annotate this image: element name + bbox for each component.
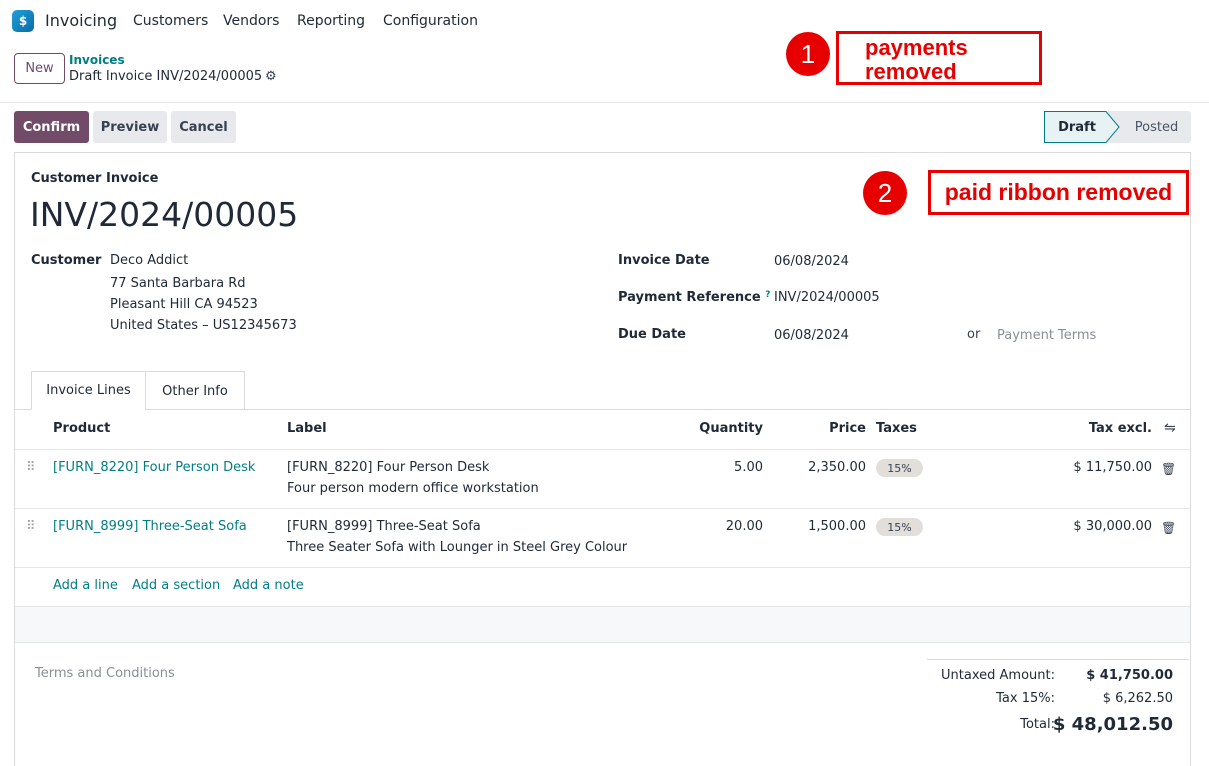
row-divider (15, 508, 1190, 509)
invoicing-app-icon[interactable]: $ (12, 10, 37, 35)
total-value: $ 48,012.50 (1052, 714, 1173, 735)
app-name[interactable]: Invoicing (45, 11, 117, 30)
invoice-date-label: Invoice Date (618, 253, 710, 268)
column-label[interactable]: Label (287, 421, 327, 436)
row-product[interactable]: [FURN_8220] Four Person Desk (53, 460, 255, 475)
row-quantity[interactable]: 20.00 (683, 519, 763, 534)
annotation-text-1a: payments (865, 35, 968, 60)
add-section-link[interactable]: Add a section (132, 578, 220, 593)
invoice-number: INV/2024/00005 (30, 195, 299, 234)
terms-and-conditions-field[interactable]: Terms and Conditions (35, 666, 175, 681)
drag-handle-icon[interactable]: ⠿ (26, 460, 35, 475)
row-divider (15, 567, 1190, 568)
column-taxes[interactable]: Taxes (876, 421, 917, 436)
totals-divider (927, 659, 1189, 660)
untaxed-amount-label: Untaxed Amount: (941, 668, 1055, 683)
trash-icon[interactable]: 🗑 (1161, 462, 1176, 476)
row-price[interactable]: 1,500.00 (786, 519, 866, 534)
annotation-box-2: paid ribbon removed (928, 170, 1189, 215)
annotation-number-2: 2 (863, 171, 907, 215)
row-product[interactable]: [FURN_8999] Three-Seat Sofa (53, 519, 247, 534)
tax-badge[interactable]: 15% (876, 459, 923, 477)
menu-customers[interactable]: Customers (133, 13, 208, 29)
row-divider (15, 449, 1190, 450)
column-quantity[interactable]: Quantity (683, 421, 763, 436)
annotation-box-1: payments removed (836, 31, 1042, 85)
annotation-text-2: paid ribbon removed (944, 179, 1173, 205)
new-button[interactable]: New (14, 53, 65, 84)
breadcrumb-current: Draft Invoice INV/2024/00005 (69, 69, 263, 84)
gear-icon[interactable]: ⚙ (265, 69, 277, 84)
cancel-button[interactable]: Cancel (171, 111, 236, 143)
column-tax-excl[interactable]: Tax excl. (1060, 421, 1152, 436)
annotation-number-1: 1 (786, 32, 830, 76)
invoice-type: Customer Invoice (31, 171, 159, 186)
payment-reference-field[interactable]: INV/2024/00005 (774, 290, 880, 305)
menu-vendors[interactable]: Vendors (223, 13, 279, 29)
confirm-button[interactable]: Confirm (14, 111, 89, 143)
row-quantity[interactable]: 5.00 (683, 460, 763, 475)
payment-reference-label-text: Payment Reference (618, 290, 761, 305)
row-subtotal: $ 30,000.00 (1073, 519, 1152, 534)
status-bar: Posted Draft (1044, 111, 1191, 143)
tab-other-info[interactable]: Other Info (146, 371, 245, 410)
divider (0, 102, 1209, 103)
payment-reference-label: Payment Reference ? (618, 290, 770, 305)
row-label-line2[interactable]: Four person modern office workstation (287, 481, 539, 496)
menu-reporting[interactable]: Reporting (297, 13, 365, 29)
tax-value: $ 6,262.50 (1102, 691, 1173, 706)
due-date-label: Due Date (618, 327, 686, 342)
tab-invoice-lines[interactable]: Invoice Lines (31, 371, 146, 410)
column-price[interactable]: Price (800, 421, 866, 436)
add-line-link[interactable]: Add a line (53, 578, 118, 593)
address-line-3: United States – US12345673 (110, 318, 297, 333)
or-text: or (967, 327, 981, 342)
due-date-field[interactable]: 06/08/2024 (774, 328, 849, 343)
row-label-line1[interactable]: [FURN_8220] Four Person Desk (287, 460, 489, 475)
row-subtotal: $ 11,750.00 (1073, 460, 1152, 475)
row-label-line2[interactable]: Three Seater Sofa with Lounger in Steel … (287, 540, 627, 555)
customer-label: Customer (31, 253, 102, 268)
preview-button[interactable]: Preview (93, 111, 167, 143)
tax-label: Tax 15%: (996, 691, 1055, 706)
help-tooltip-icon[interactable]: ? (765, 290, 770, 300)
drag-handle-icon[interactable]: ⠿ (26, 519, 35, 534)
row-label-line1[interactable]: [FURN_8999] Three-Seat Sofa (287, 519, 481, 534)
table-footer-band (15, 606, 1190, 643)
payment-terms-field[interactable]: Payment Terms (997, 328, 1096, 343)
menu-configuration[interactable]: Configuration (383, 13, 478, 29)
add-note-link[interactable]: Add a note (233, 578, 304, 593)
status-draft[interactable]: Draft (1044, 111, 1110, 143)
tax-badge[interactable]: 15% (876, 518, 923, 536)
customer-field[interactable]: Deco Addict (110, 253, 188, 268)
invoice-date-field[interactable]: 06/08/2024 (774, 254, 849, 269)
breadcrumb-invoices[interactable]: Invoices (69, 53, 125, 67)
address-line-1: 77 Santa Barbara Rd (110, 276, 246, 291)
optional-columns-icon[interactable]: ⇋ (1164, 420, 1176, 436)
untaxed-amount-value: $ 41,750.00 (1086, 668, 1173, 683)
annotation-text-1b: removed (865, 59, 957, 84)
row-price[interactable]: 2,350.00 (786, 460, 866, 475)
address-line-2: Pleasant Hill CA 94523 (110, 297, 258, 312)
column-product[interactable]: Product (53, 421, 110, 436)
trash-icon[interactable]: 🗑 (1161, 521, 1176, 535)
